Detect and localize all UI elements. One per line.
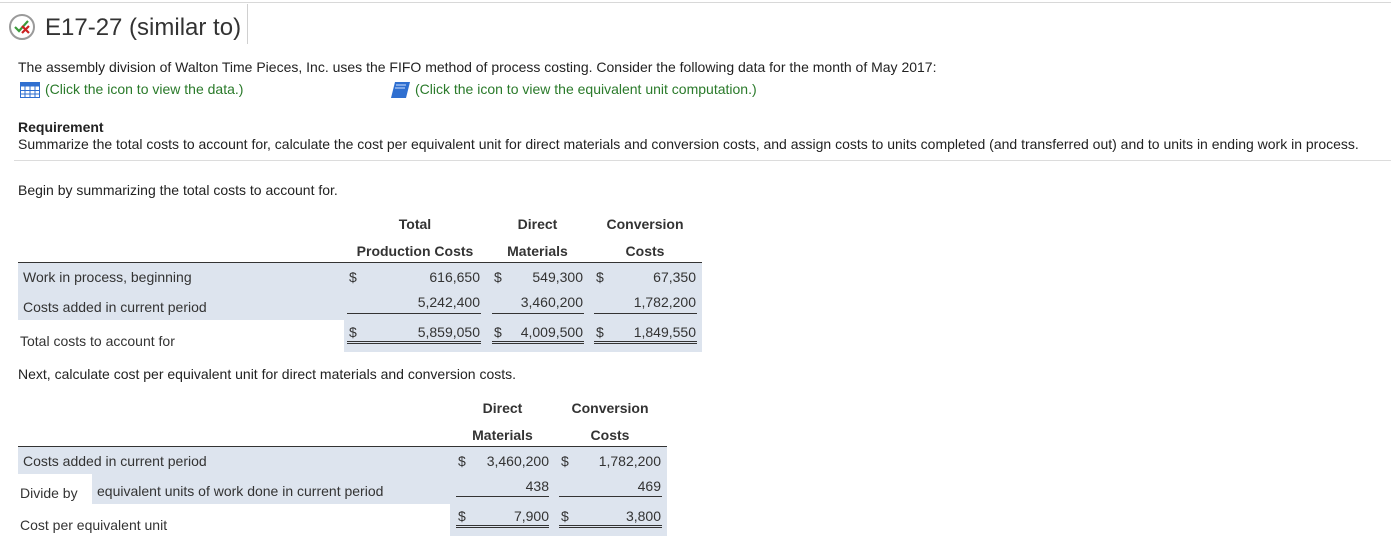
- header2-cc-line2: Costs: [590, 427, 630, 443]
- divisor-rule: [456, 496, 549, 497]
- equiv-units-cc: 469: [637, 478, 661, 494]
- subtotal-rule: [492, 313, 584, 314]
- currency-symbol: $: [349, 324, 357, 340]
- total-costs-cc: 1,849,550: [633, 324, 696, 340]
- currency-symbol: $: [494, 324, 502, 340]
- header-cc-line1: Conversion: [606, 216, 684, 232]
- subtotal-rule: [594, 313, 697, 314]
- currency-symbol: $: [596, 269, 604, 285]
- section2-prompt: Next, calculate cost per equivalent unit…: [18, 366, 517, 382]
- header-total-line1: Total: [398, 216, 432, 232]
- header-dm-line1: Direct: [517, 216, 558, 232]
- header2-cc-line1: Conversion: [571, 400, 649, 416]
- total-double-rule: [492, 341, 584, 344]
- header-dm-line2: Materials: [507, 243, 568, 259]
- header-top-rule: [0, 2, 1391, 3]
- cost-per-unit-cc: 3,800: [625, 508, 661, 524]
- row2-sublabel-equivalent-units[interactable]: equivalent units of work done in current…: [97, 483, 383, 499]
- divisor-rule: [559, 496, 662, 497]
- equiv-units-dm: 438: [525, 478, 549, 494]
- currency-symbol: $: [458, 508, 466, 524]
- row2-label-costs-added: Costs added in current period: [23, 453, 207, 469]
- intro-text: The assembly division of Walton Time Pie…: [18, 59, 937, 75]
- view-equivalent-units-link[interactable]: (Click the icon to view the equivalent u…: [415, 81, 757, 97]
- currency-symbol: $: [596, 324, 604, 340]
- currency-symbol: $: [458, 453, 466, 469]
- currency-symbol: $: [561, 508, 569, 524]
- section-divider: [14, 160, 1391, 161]
- costs-added-dm-2: 3,460,200: [486, 453, 549, 469]
- cost-per-unit-double-rule: [456, 525, 549, 528]
- row2-label-cost-per-unit: Cost per equivalent unit: [20, 517, 168, 533]
- cost-per-unit-dm: 7,900: [513, 508, 549, 524]
- costs-added-cc-2: 1,782,200: [598, 453, 661, 469]
- row-label-total-costs: Total costs to account for: [20, 333, 175, 349]
- row-label-wip-beginning: Work in process, beginning: [23, 269, 192, 285]
- currency-symbol: $: [494, 269, 502, 285]
- header2-dm-line1: Direct: [482, 400, 523, 416]
- wip-beginning-total: 616,650: [429, 269, 480, 285]
- section1-prompt: Begin by summarizing the total costs to …: [18, 182, 338, 198]
- book-icon[interactable]: [390, 81, 412, 99]
- total-costs-total: 5,859,050: [417, 324, 480, 340]
- cost-per-unit-double-rule: [559, 525, 662, 528]
- header-cc-line2: Costs: [625, 243, 665, 259]
- costs-added-dm: 3,460,200: [520, 294, 583, 310]
- wip-beginning-dm: 549,300: [532, 269, 583, 285]
- partially-correct-icon: [9, 14, 35, 40]
- title-bar: E17-27 (similar to): [0, 4, 248, 44]
- header2-dm-line2: Materials: [472, 427, 533, 443]
- requirement-heading: Requirement: [18, 119, 104, 135]
- total-double-rule: [594, 341, 697, 344]
- currency-symbol: $: [561, 453, 569, 469]
- row2-label-divide-by: Divide by: [20, 485, 78, 501]
- requirement-text: Summarize the total costs to account for…: [18, 136, 1359, 152]
- table-grid-icon[interactable]: [20, 82, 40, 98]
- view-data-link[interactable]: (Click the icon to view the data.): [45, 81, 243, 97]
- costs-added-cc: 1,782,200: [633, 294, 696, 310]
- row-label-costs-added: Costs added in current period: [23, 299, 207, 315]
- costs-added-total: 5,242,400: [417, 294, 480, 310]
- page-title: E17-27 (similar to): [45, 14, 242, 41]
- currency-symbol: $: [349, 269, 357, 285]
- subtotal-rule: [347, 313, 481, 314]
- header-total-line2: Production Costs: [356, 243, 474, 259]
- total-costs-dm: 4,009,500: [520, 324, 583, 340]
- wip-beginning-cc: 67,350: [653, 269, 696, 285]
- total-double-rule: [347, 341, 481, 344]
